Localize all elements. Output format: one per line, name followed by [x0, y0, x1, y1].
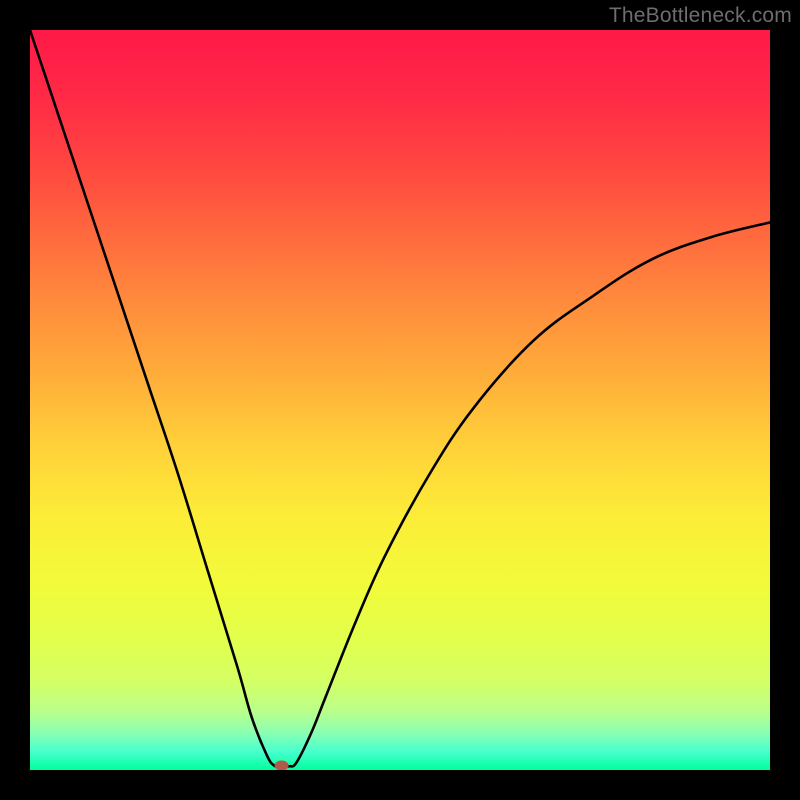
watermark-text: TheBottleneck.com	[609, 4, 792, 28]
chart-frame: TheBottleneck.com	[0, 0, 800, 800]
minimum-marker	[275, 761, 289, 770]
curve-path	[30, 30, 770, 767]
plot-area	[30, 30, 770, 770]
bottleneck-curve	[30, 30, 770, 770]
